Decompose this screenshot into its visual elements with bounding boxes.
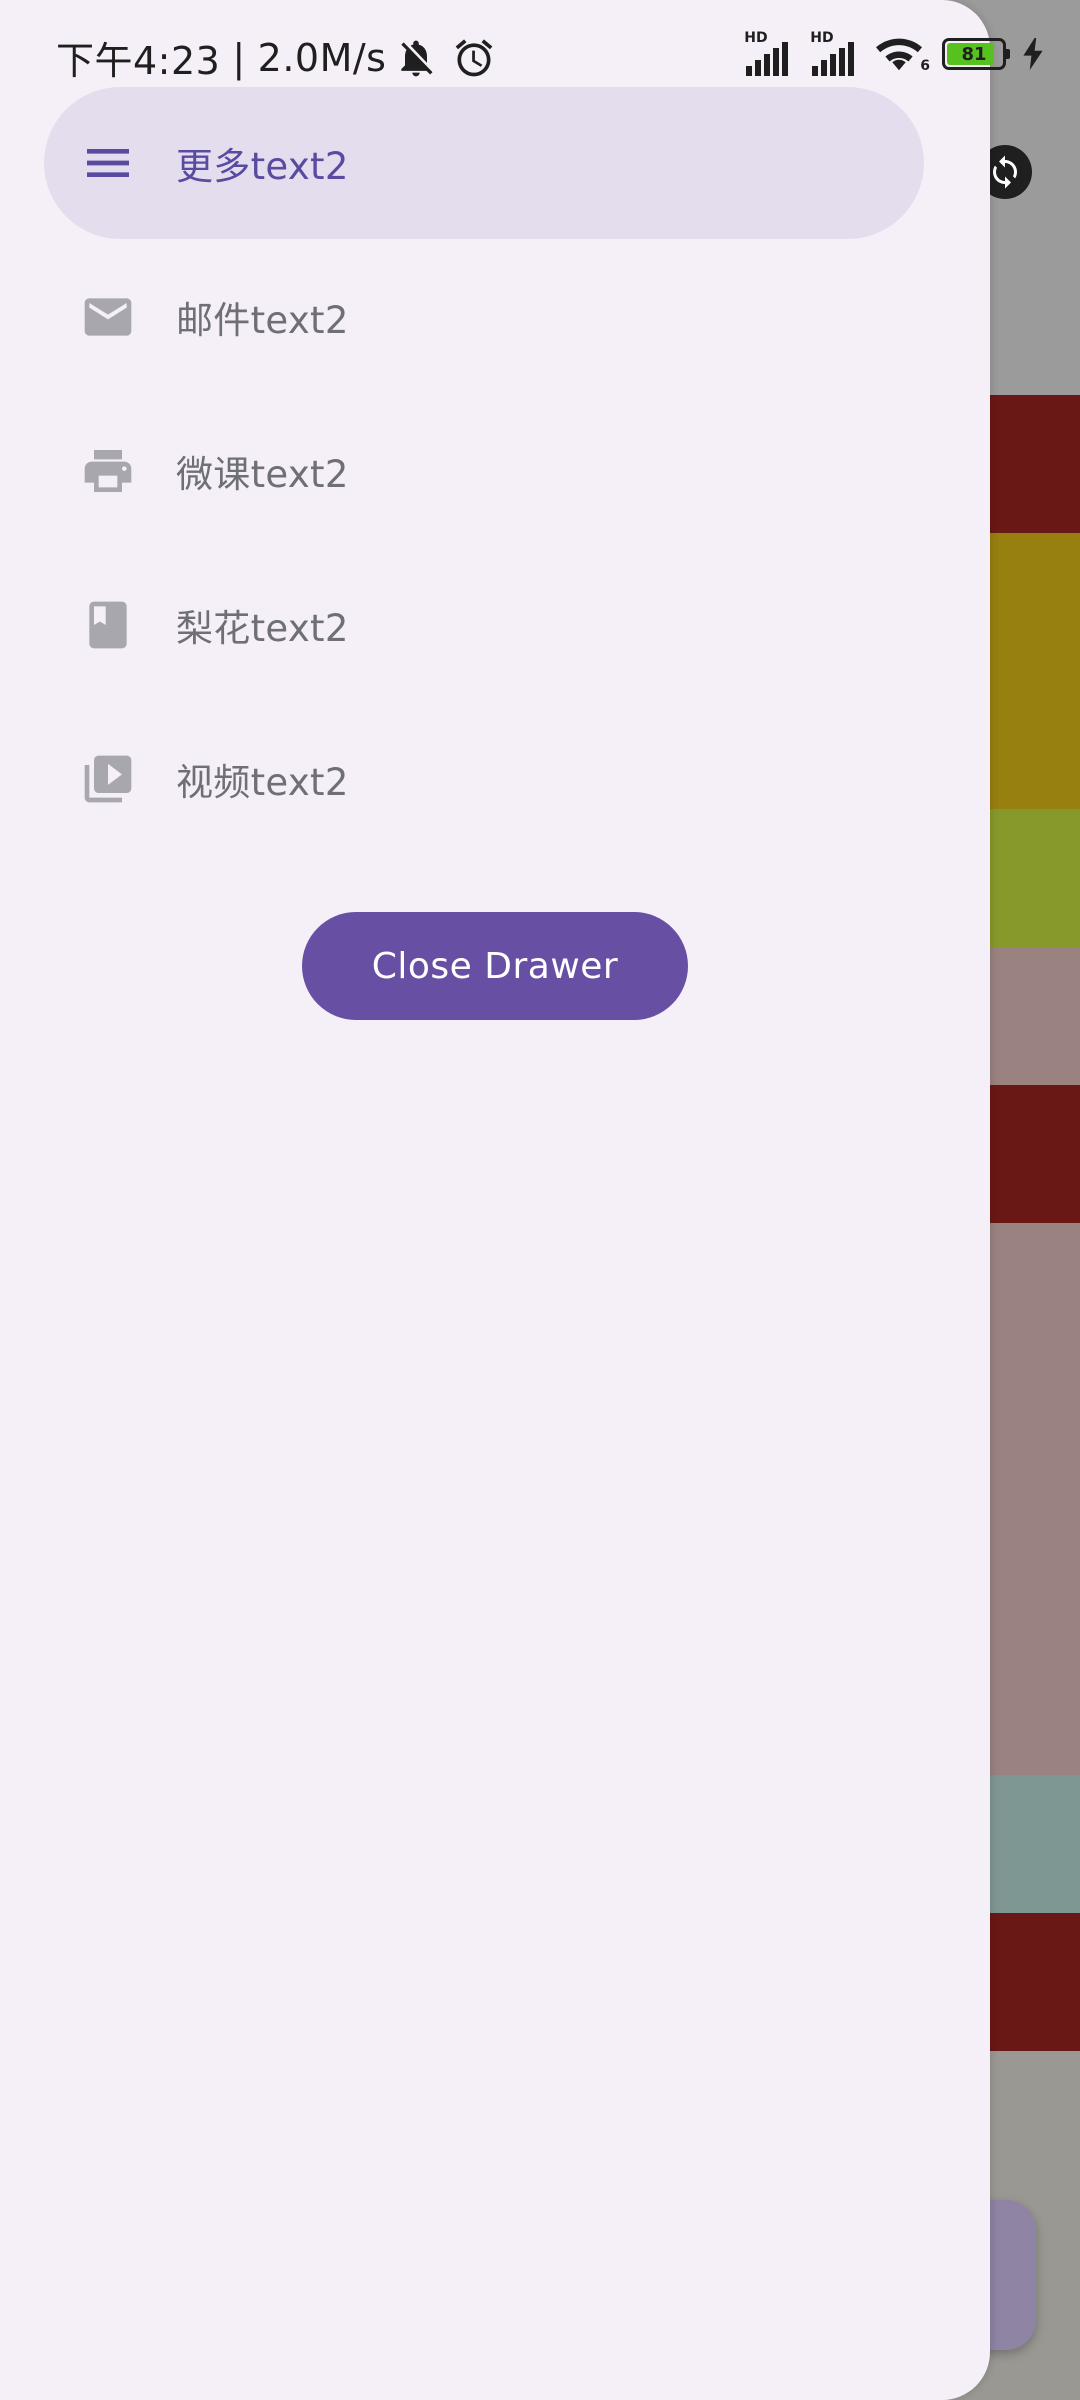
drawer-item-label: 微课text2 [176, 453, 349, 496]
battery-level: 81 [961, 43, 987, 65]
status-left: 下午4:23 | 2.0M/s [56, 30, 496, 85]
status-time: 下午4:23 [56, 39, 221, 83]
wifi-suffix: 6 [920, 58, 930, 74]
print-icon [80, 443, 136, 499]
drawer-item-course[interactable]: 微课text2 [44, 395, 924, 547]
drawer-item-label: 更多text2 [176, 145, 349, 188]
signal-icon: HD [810, 30, 864, 76]
drawer-item-label: 视频text2 [176, 761, 349, 804]
network-speed: 2.0M/s [257, 35, 387, 80]
charging-icon [1022, 38, 1044, 70]
wifi-icon: 6 [876, 34, 930, 74]
bookmark-icon [80, 597, 136, 653]
drawer-item-mail[interactable]: 邮件text2 [44, 241, 924, 393]
drawer-item-label: 邮件text2 [176, 299, 349, 342]
status-separator: | [232, 35, 246, 80]
status-bar: 下午4:23 | 2.0M/s HD HD 6 81 [0, 0, 1080, 112]
close-drawer-button[interactable]: Close Drawer [302, 912, 688, 1020]
status-right: HD HD 6 81 [744, 30, 1044, 76]
mail-icon [80, 289, 136, 345]
bell-off-icon [394, 36, 438, 80]
drawer-item-video[interactable]: 视频text2 [44, 703, 924, 855]
navigation-drawer: 更多text2 邮件text2 微课text2 梨花text2 视频text2 … [0, 0, 990, 2400]
menu-icon [80, 135, 136, 191]
video-library-icon [80, 751, 136, 807]
drawer-item-label: 梨花text2 [176, 607, 349, 650]
drawer-item-pear-blossom[interactable]: 梨花text2 [44, 549, 924, 701]
battery-icon: 81 [942, 38, 1010, 70]
alarm-icon [452, 36, 496, 80]
signal-icon: HD [744, 30, 798, 76]
